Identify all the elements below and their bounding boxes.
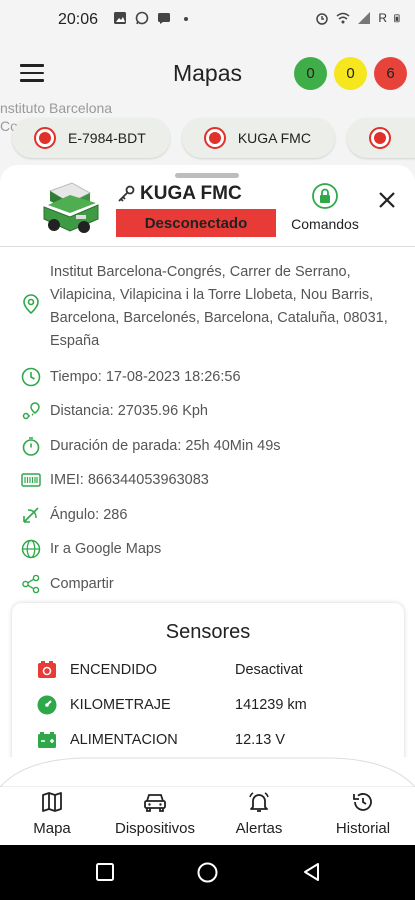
system-icons: R bbox=[315, 11, 403, 25]
key-icon bbox=[118, 185, 135, 202]
nav-label: Mapa bbox=[33, 820, 71, 837]
map-icon bbox=[42, 792, 62, 812]
compass-angle-icon bbox=[23, 507, 39, 523]
close-icon[interactable] bbox=[376, 189, 398, 211]
recents-icon[interactable] bbox=[94, 861, 116, 883]
sheet-drag-handle[interactable] bbox=[175, 173, 239, 178]
time-row: Tiempo: 17-08-2023 18:26:56 bbox=[20, 366, 241, 389]
vehicle-chip-label: KUGA FMC bbox=[237, 130, 311, 146]
clock-icon bbox=[21, 367, 41, 387]
vehicle-car-icon bbox=[43, 182, 99, 233]
lock-icon bbox=[312, 183, 338, 209]
sensor-value: 12.13 V bbox=[235, 732, 285, 748]
sensor-row: KILOMETRAJE 141239 km bbox=[36, 694, 396, 716]
nav-history[interactable]: Historial bbox=[328, 790, 398, 838]
commands-label: Comandos bbox=[291, 216, 359, 232]
location-pin-icon bbox=[23, 294, 39, 315]
dot-icon bbox=[184, 17, 188, 21]
time-text: Tiempo: 17-08-2023 18:26:56 bbox=[50, 369, 241, 385]
globe-icon bbox=[21, 539, 41, 559]
vehicle-chip[interactable]: E-7984-BDT bbox=[12, 118, 170, 158]
address-text: Institut Barcelona-Congrés, Carrer de Se… bbox=[50, 264, 388, 349]
nav-label: Alertas bbox=[235, 820, 283, 837]
alarm-icon bbox=[316, 13, 329, 25]
vehicle-title: KUGA FMC bbox=[116, 183, 242, 205]
stopwatch-icon bbox=[22, 437, 40, 456]
google-maps-link[interactable]: Ir a Google Maps bbox=[20, 538, 161, 561]
gallery-icon bbox=[114, 12, 126, 24]
vehicle-name: KUGA FMC bbox=[140, 183, 242, 204]
sensor-name: ENCENDIDO bbox=[70, 662, 158, 678]
sensors-card: Sensores ENCENDIDO Desactivat KILOMETRAJ… bbox=[12, 603, 404, 770]
system-navigation-bar bbox=[0, 845, 415, 900]
sensor-name: ALIMENTACION bbox=[70, 732, 178, 748]
nav-label: Historial bbox=[335, 820, 391, 837]
angle-text: Ángulo: 286 bbox=[50, 507, 128, 523]
vehicle-detail-sheet: KUGA FMC Desconectado Comandos Institut … bbox=[0, 165, 415, 770]
sensor-value: Desactivat bbox=[235, 662, 303, 678]
home-icon[interactable] bbox=[196, 861, 219, 884]
vehicle-chip[interactable] bbox=[346, 118, 415, 158]
distance-text: Distancia: 27035.96 Kph bbox=[50, 403, 208, 419]
route-icon bbox=[22, 402, 40, 420]
commands-button[interactable]: Comandos bbox=[284, 183, 366, 232]
offline-counter[interactable]: 6 bbox=[374, 57, 407, 90]
address-row: Institut Barcelona-Congrés, Carrer de Se… bbox=[20, 261, 395, 353]
car-icon bbox=[144, 794, 166, 812]
ignition-icon bbox=[38, 661, 56, 678]
share-icon bbox=[22, 574, 40, 594]
record-icon bbox=[34, 127, 56, 149]
barcode-icon bbox=[21, 473, 41, 487]
sensors-title: Sensores bbox=[165, 621, 251, 643]
nav-label: Dispositivos bbox=[114, 820, 196, 837]
record-icon bbox=[203, 127, 226, 149]
signal-icon bbox=[358, 12, 371, 24]
angle-row: Ángulo: 286 bbox=[20, 504, 127, 527]
status-counters: 0 0 6 bbox=[294, 57, 407, 90]
sensor-row: ENCENDIDO Desactivat bbox=[36, 659, 396, 681]
record-icon bbox=[368, 127, 391, 149]
status-bar: 20:06 R bbox=[0, 0, 415, 40]
divider bbox=[0, 246, 415, 247]
distance-row: Distancia: 27035.96 Kph bbox=[20, 400, 208, 423]
vehicle-chip-label: E-7984-BDT bbox=[68, 130, 146, 146]
stop-duration-row: Duración de parada: 25h 40Min 49s bbox=[20, 435, 281, 458]
odometer-icon bbox=[37, 695, 57, 715]
share-text: Compartir bbox=[50, 576, 114, 592]
sensor-value: 141239 km bbox=[235, 697, 307, 713]
sensor-row: ALIMENTACION 12.13 V bbox=[36, 729, 396, 751]
history-icon bbox=[353, 793, 372, 811]
imei-row: IMEI: 866344053963083 bbox=[20, 469, 209, 492]
app-header: Mapas 0 0 6 bbox=[0, 40, 415, 108]
nav-alerts[interactable]: Alertas bbox=[226, 790, 292, 838]
online-counter[interactable]: 0 bbox=[294, 57, 327, 90]
nav-devices[interactable]: Dispositivos bbox=[105, 790, 205, 838]
stop-duration-text: Duración de parada: 25h 40Min 49s bbox=[50, 438, 281, 454]
status-badge: Desconectado bbox=[116, 209, 276, 237]
battery-status-icon bbox=[394, 14, 400, 23]
vehicle-chips: E-7984-BDT KUGA FMC bbox=[12, 118, 415, 160]
imei-text: IMEI: 866344053963083 bbox=[50, 472, 209, 488]
bottom-nav-curve bbox=[0, 757, 415, 787]
whatsapp-icon bbox=[135, 11, 149, 25]
notification-icons bbox=[113, 11, 193, 25]
network-type-label: R bbox=[378, 11, 387, 25]
sensor-name: KILOMETRAJE bbox=[70, 697, 171, 713]
nav-map[interactable]: Mapa bbox=[22, 790, 82, 838]
share-link[interactable]: Compartir bbox=[20, 573, 114, 596]
idle-counter[interactable]: 0 bbox=[334, 57, 367, 90]
back-icon[interactable] bbox=[301, 861, 323, 883]
wifi-icon bbox=[336, 12, 350, 24]
bell-icon bbox=[249, 792, 269, 812]
messages-icon bbox=[158, 13, 170, 24]
google-maps-text: Ir a Google Maps bbox=[50, 541, 162, 557]
battery-icon bbox=[38, 732, 56, 748]
vehicle-chip[interactable]: KUGA FMC bbox=[181, 118, 335, 158]
status-time: 20:06 bbox=[58, 11, 99, 28]
